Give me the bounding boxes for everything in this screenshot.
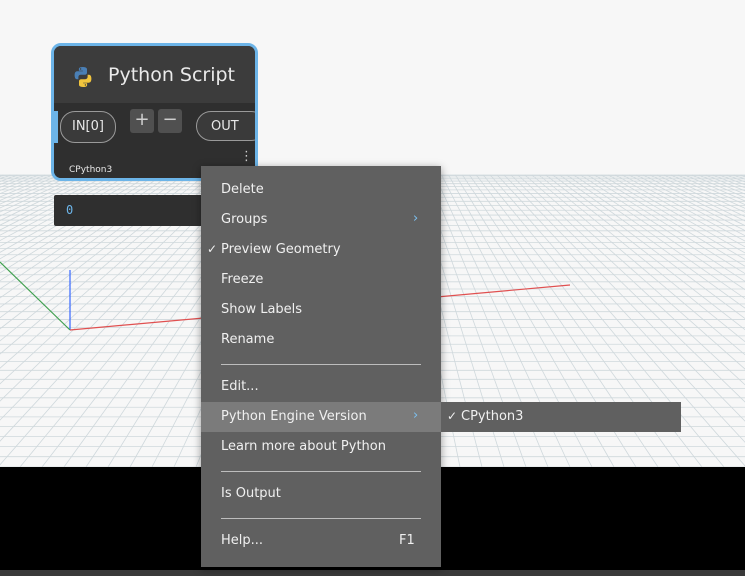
output-port-out[interactable]: OUT	[196, 111, 255, 141]
menu-item-edit[interactable]: Edit...	[201, 372, 441, 402]
menu-item-python-engine-version[interactable]: Python Engine Version ›	[201, 402, 441, 432]
menu-separator	[221, 471, 421, 472]
context-menu: Delete Groups › ✓ Preview Geometry Freez…	[201, 166, 441, 567]
menu-item-label: Learn more about Python	[221, 439, 386, 454]
remove-input-button[interactable]: −	[158, 109, 182, 133]
node-title[interactable]: Python Script	[108, 64, 235, 86]
menu-item-label: Help...	[221, 533, 264, 548]
more-options-icon[interactable]: ⋮	[240, 150, 253, 163]
menu-item-rename[interactable]: Rename	[201, 325, 441, 355]
shortcut-label: F1	[399, 533, 415, 548]
preview-value: 0	[66, 203, 74, 217]
menu-item-show-labels[interactable]: Show Labels	[201, 295, 441, 325]
python-icon	[74, 67, 92, 87]
menu-item-label: Show Labels	[221, 302, 303, 317]
check-icon: ✓	[447, 409, 458, 423]
menu-item-learn-more-python[interactable]: Learn more about Python	[201, 432, 441, 462]
menu-item-label: Is Output	[221, 486, 281, 501]
chevron-right-icon: ›	[413, 211, 419, 226]
menu-item-label: Groups	[221, 212, 268, 227]
menu-item-preview-geometry[interactable]: ✓ Preview Geometry	[201, 235, 441, 265]
chevron-right-icon: ›	[413, 408, 419, 423]
input-port-accent	[54, 111, 58, 143]
add-input-button[interactable]: +	[130, 109, 154, 133]
menu-item-is-output[interactable]: Is Output	[201, 479, 441, 509]
menu-item-label: Preview Geometry	[221, 242, 341, 257]
menu-item-groups[interactable]: Groups ›	[201, 205, 441, 235]
engine-label: CPython3	[69, 165, 113, 175]
menu-separator	[221, 364, 421, 365]
menu-item-label: Edit...	[221, 379, 259, 394]
check-icon: ✓	[207, 242, 218, 256]
menu-item-delete[interactable]: Delete	[201, 175, 441, 205]
python-script-node[interactable]: Python Script IN[0] + − OUT CPython3 ⋮	[51, 43, 258, 181]
menu-item-label: Freeze	[221, 272, 264, 287]
menu-item-label: Python Engine Version	[221, 409, 367, 424]
menu-separator	[221, 518, 421, 519]
input-port-in0[interactable]: IN[0]	[60, 111, 116, 143]
menu-item-freeze[interactable]: Freeze	[201, 265, 441, 295]
preview-bubble[interactable]: 0	[54, 195, 214, 226]
submenu-item-cpython3[interactable]: CPython3	[461, 409, 523, 424]
menu-item-label: Delete	[221, 182, 264, 197]
menu-item-help[interactable]: Help... F1	[201, 526, 441, 556]
submenu-python-engine[interactable]: ✓ CPython3	[441, 402, 681, 432]
status-bar	[0, 570, 745, 576]
menu-item-label: Rename	[221, 332, 275, 347]
